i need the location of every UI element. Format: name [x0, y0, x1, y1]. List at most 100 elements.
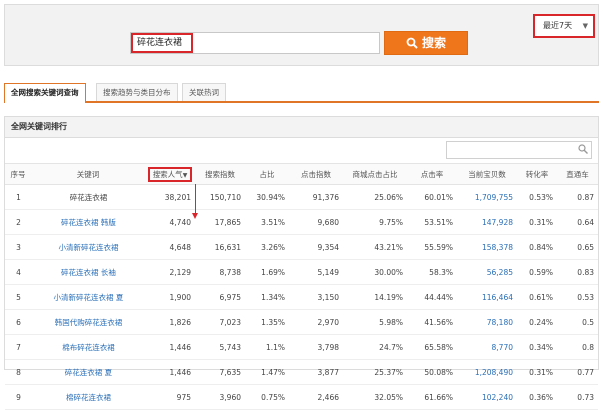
col-header-conversion[interactable]: 转化率: [517, 163, 557, 185]
row-ztc: 0.87: [557, 184, 598, 210]
row-mall-share: 24.7%: [343, 334, 407, 360]
table-row: 1 碎花连衣裙 38,201 150,710 30.94% 91,376 25.…: [5, 184, 598, 210]
row-item-count[interactable]: 116,464: [457, 284, 517, 310]
row-item-count[interactable]: 158,378: [457, 234, 517, 260]
col-header-no[interactable]: 序号: [5, 163, 31, 185]
row-conversion: 0.31%: [517, 359, 557, 385]
row-keyword[interactable]: 韩国代购碎花连衣裙: [31, 309, 145, 335]
row-item-count[interactable]: 1,709,755: [457, 184, 517, 210]
row-conversion: 0.84%: [517, 234, 557, 260]
row-ztc: 0.64: [557, 209, 598, 235]
row-ctr: 60.01%: [407, 184, 457, 210]
row-item-count[interactable]: 56,285: [457, 259, 517, 285]
tab-keyword-query[interactable]: 全网搜索关键词查询: [4, 83, 86, 103]
row-search-index: 7,635: [195, 359, 245, 385]
col-header-click-index[interactable]: 点击指数: [289, 163, 343, 185]
row-keyword[interactable]: 碎花连衣裙 长袖: [31, 259, 145, 285]
row-share: 1.34%: [245, 284, 289, 310]
row-item-count[interactable]: 78,180: [457, 309, 517, 335]
table-row: 9 棉碎花连衣裙 975 3,960 0.75% 2,466 32.05% 61…: [5, 384, 598, 410]
row-popularity: 4,740: [145, 209, 195, 235]
col-header-popularity[interactable]: 搜索人气▼: [145, 163, 195, 185]
row-search-index: 3,960: [195, 384, 245, 410]
row-share: 3.26%: [245, 234, 289, 260]
row-ctr: 44.44%: [407, 284, 457, 310]
search-button-label: 搜索: [421, 36, 446, 50]
row-popularity: 1,446: [145, 334, 195, 360]
row-item-count[interactable]: 1,208,490: [457, 359, 517, 385]
row-no: 6: [5, 309, 31, 335]
row-keyword[interactable]: 碎花连衣裙 夏: [31, 359, 145, 385]
table-row: 4 碎花连衣裙 长袖 2,129 8,738 1.69% 5,149 30.00…: [5, 259, 598, 285]
row-popularity: 2,129: [145, 259, 195, 285]
row-ztc: 0.53: [557, 284, 598, 310]
table-row: 7 棉布碎花连衣裙 1,446 5,743 1.1% 3,798 24.7% 6…: [5, 334, 598, 360]
row-share: 1.1%: [245, 334, 289, 360]
row-mall-share: 25.06%: [343, 184, 407, 210]
keyword-search-input[interactable]: 碎花连衣裙: [131, 33, 193, 53]
row-conversion: 0.53%: [517, 184, 557, 210]
row-ztc: 0.8: [557, 334, 598, 360]
keyword-table: 序号 关键词 搜索人气▼ 搜索指数 占比 点击指数 商城点击占比 点击率 当前宝…: [5, 163, 598, 410]
row-popularity: 1,446: [145, 359, 195, 385]
row-item-count[interactable]: 147,928: [457, 209, 517, 235]
row-popularity: 1,900: [145, 284, 195, 310]
row-conversion: 0.24%: [517, 309, 557, 335]
row-search-index: 5,743: [195, 334, 245, 360]
row-conversion: 0.34%: [517, 334, 557, 360]
row-item-count[interactable]: 102,240: [457, 384, 517, 410]
row-conversion: 0.36%: [517, 384, 557, 410]
col-header-ztc[interactable]: 直通车: [557, 163, 598, 185]
row-ctr: 61.66%: [407, 384, 457, 410]
row-keyword[interactable]: 棉碎花连衣裙: [31, 384, 145, 410]
col-header-keyword[interactable]: 关键词: [31, 163, 145, 185]
row-keyword[interactable]: 碎花连衣裙 韩版: [31, 209, 145, 235]
row-share: 0.75%: [245, 384, 289, 410]
keyword-ranking-section: 全网关键词排行 序号 关键词 搜索人气▼ 搜索指数 占比 点击指数 商城点击占比: [4, 116, 599, 410]
row-ztc: 0.77: [557, 359, 598, 385]
row-ztc: 0.83: [557, 259, 598, 285]
table-row: 2 碎花连衣裙 韩版 4,740 17,865 3.51% 9,680 9.75…: [5, 209, 598, 235]
table-row: 3 小清新碎花连衣裙 4,648 16,631 3.26% 9,354 43.2…: [5, 234, 598, 260]
col-header-share[interactable]: 占比: [245, 163, 289, 185]
table-header-row: 序号 关键词 搜索人气▼ 搜索指数 占比 点击指数 商城点击占比 点击率 当前宝…: [5, 163, 598, 185]
row-popularity: 975: [145, 384, 195, 410]
row-keyword[interactable]: 棉布碎花连衣裙: [31, 334, 145, 360]
row-mall-share: 5.98%: [343, 309, 407, 335]
row-mall-share: 9.75%: [343, 209, 407, 235]
caret-down-icon: ▼: [582, 22, 588, 30]
row-share: 3.51%: [245, 209, 289, 235]
row-ctr: 65.58%: [407, 334, 457, 360]
row-keyword[interactable]: 碎花连衣裙: [31, 184, 145, 210]
row-keyword[interactable]: 小清新碎花连衣裙 夏: [31, 284, 145, 310]
row-no: 7: [5, 334, 31, 360]
row-popularity: 38,201: [145, 184, 195, 210]
row-search-index: 8,738: [195, 259, 245, 285]
row-ztc: 0.65: [557, 234, 598, 260]
row-share: 1.35%: [245, 309, 289, 335]
tab-trend-category[interactable]: 搜索趋势与类目分布: [96, 83, 178, 101]
row-click-index: 5,149: [289, 259, 343, 285]
row-no: 1: [5, 184, 31, 210]
row-click-index: 3,798: [289, 334, 343, 360]
row-item-count[interactable]: 8,770: [457, 334, 517, 360]
row-mall-share: 14.19%: [343, 284, 407, 310]
row-click-index: 2,970: [289, 309, 343, 335]
row-conversion: 0.59%: [517, 259, 557, 285]
col-header-ctr[interactable]: 点击率: [407, 163, 457, 185]
date-range-select[interactable]: 最近7天 ▼: [533, 14, 595, 38]
row-search-index: 150,710: [195, 184, 245, 210]
search-button[interactable]: 搜索: [384, 31, 468, 55]
table-search-input[interactable]: [446, 141, 592, 159]
keyword-search-box[interactable]: 碎花连衣裙: [130, 32, 380, 54]
row-mall-share: 25.37%: [343, 359, 407, 385]
col-header-item-count[interactable]: 当前宝贝数: [457, 163, 517, 185]
tab-related-words[interactable]: 关联热词: [182, 83, 226, 101]
row-keyword[interactable]: 小清新碎花连衣裙: [31, 234, 145, 260]
arrow-head-icon: [192, 213, 198, 219]
tab-bar: 全网搜索关键词查询 搜索趋势与类目分布 关联热词: [4, 83, 599, 103]
row-conversion: 0.61%: [517, 284, 557, 310]
col-header-search-index[interactable]: 搜索指数: [195, 163, 245, 185]
row-click-index: 3,877: [289, 359, 343, 385]
col-header-mall-click-share[interactable]: 商城点击占比: [343, 163, 407, 185]
